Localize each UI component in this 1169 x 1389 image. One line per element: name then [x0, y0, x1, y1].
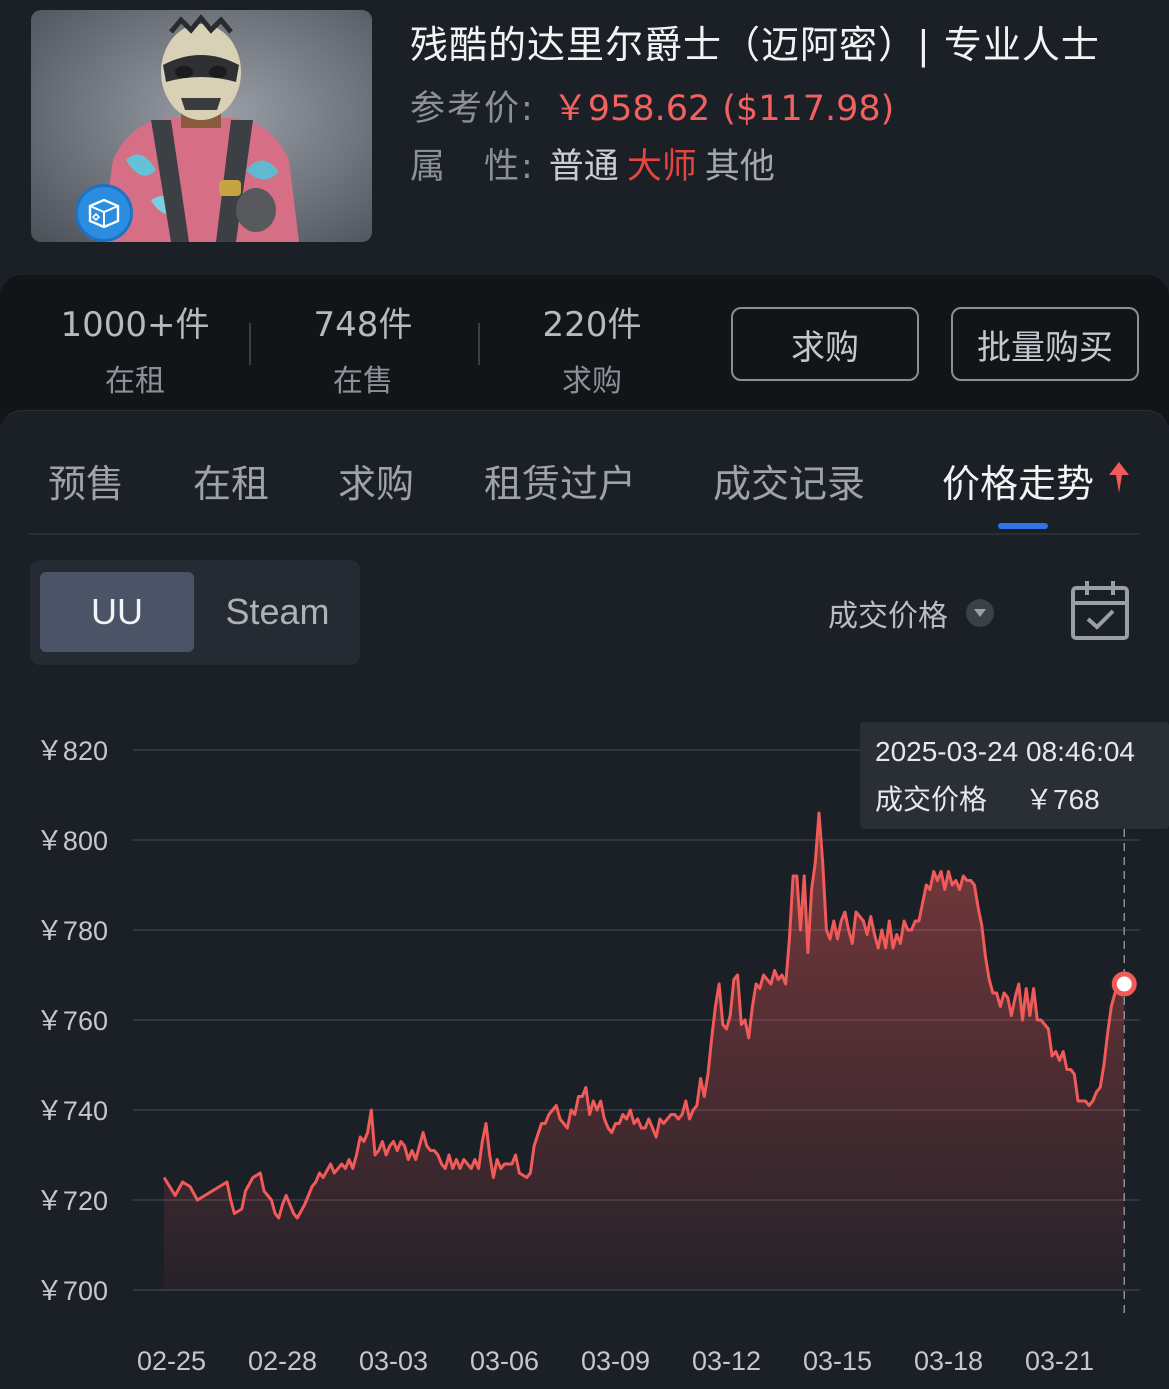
stat-selling[interactable]: 748件 在售 — [273, 297, 453, 400]
price-usd: ($117.98) — [722, 89, 895, 129]
tab-want-buy[interactable]: 求购 — [338, 453, 414, 508]
reference-price-row: 参考价: ￥958.62 ($117.98) — [410, 80, 894, 131]
metric-dropdown-value: 成交价格 — [828, 599, 948, 634]
price-label: 参考价: — [410, 89, 535, 129]
tag-master: 大师 — [626, 147, 697, 187]
calendar-icon[interactable] — [1070, 579, 1130, 641]
source-uu-button[interactable]: UU — [40, 572, 194, 652]
tab-bar: 预售 在租 求购 租赁过户 成交记录 价格走势 — [0, 411, 1169, 535]
box-icon — [75, 184, 133, 242]
price-cny: ￥958.62 — [552, 89, 711, 129]
attribute-label: 属 性: — [410, 147, 535, 187]
stat-selling-count: 748件 — [313, 305, 413, 345]
bulk-buy-button[interactable]: 批量购买 — [951, 307, 1139, 381]
divider — [478, 323, 480, 365]
item-title: 残酷的达里尔爵士（迈阿密）| 专业人士 — [410, 23, 1100, 67]
stat-selling-label: 在售 — [333, 364, 393, 399]
tab-price-trend-label: 价格走势 — [942, 462, 1095, 506]
want-buy-button[interactable]: 求购 — [731, 307, 919, 381]
item-image[interactable] — [31, 10, 372, 242]
tab-rent[interactable]: 在租 — [193, 453, 269, 508]
tab-presale[interactable]: 预售 — [48, 453, 124, 508]
stat-renting-count: 1000+件 — [60, 305, 210, 345]
active-tab-indicator — [998, 523, 1048, 529]
tag-other: 其他 — [704, 147, 775, 187]
attribute-row: 属 性: 普通 大师 其他 — [410, 138, 775, 189]
detail-panel: 预售 在租 求购 租赁过户 成交记录 价格走势 UU Steam 成交价格 — [0, 410, 1169, 1389]
tab-lease-transfer[interactable]: 租赁过户 — [484, 453, 636, 508]
trend-up-icon — [1109, 462, 1130, 493]
metric-dropdown[interactable]: 成交价格 — [828, 591, 994, 635]
stat-renting-label: 在租 — [105, 364, 165, 399]
tab-trade-records[interactable]: 成交记录 — [713, 453, 865, 508]
source-toggle: UU Steam — [30, 560, 360, 665]
stats-bar: 1000+件 在租 748件 在售 220件 求购 求购 批量购买 — [0, 275, 1169, 425]
stat-renting[interactable]: 1000+件 在租 — [45, 297, 225, 400]
tag-normal: 普通 — [548, 147, 619, 187]
stat-wanted-count: 220件 — [542, 305, 642, 345]
item-header: 残酷的达里尔爵士（迈阿密）| 专业人士 参考价: ￥958.62 ($117.98)… — [0, 0, 1169, 275]
tab-price-trend[interactable]: 价格走势 — [942, 453, 1132, 508]
tab-divider — [28, 533, 1140, 535]
stat-wanted[interactable]: 220件 求购 — [502, 297, 682, 400]
caret-down-icon — [966, 599, 994, 627]
stat-wanted-label: 求购 — [562, 364, 622, 399]
divider — [249, 323, 251, 365]
source-steam-button[interactable]: Steam — [205, 572, 350, 652]
